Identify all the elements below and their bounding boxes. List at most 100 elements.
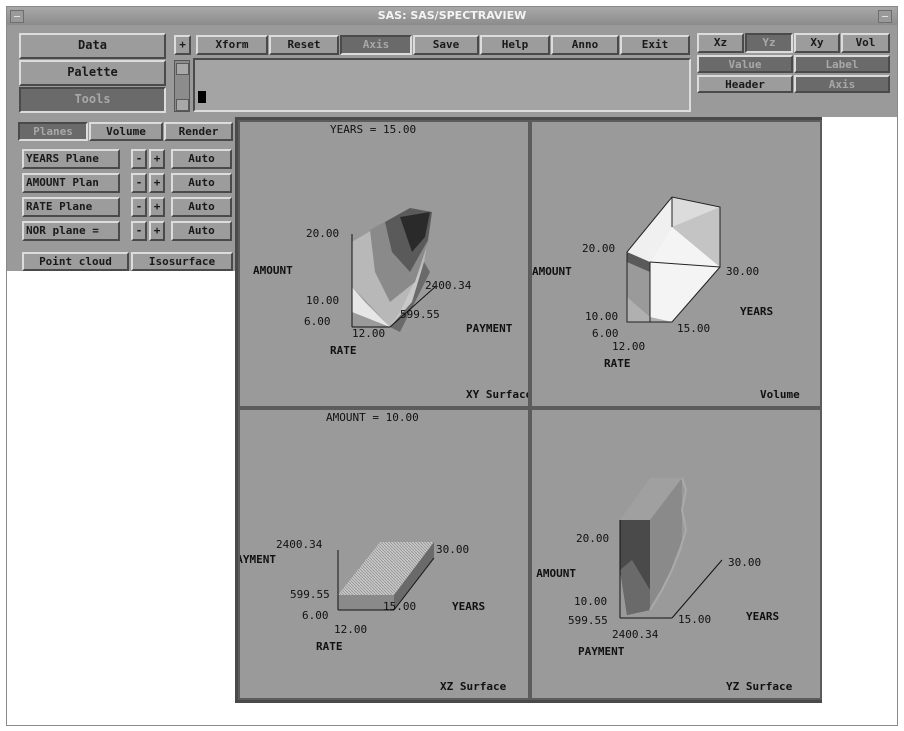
rate-minus-button[interactable]: - xyxy=(131,197,147,217)
vol-label-10: 10.00 xyxy=(585,310,619,323)
rate-plus-button[interactable]: + xyxy=(149,197,165,217)
xy-footer: XY Surface xyxy=(466,388,530,401)
vol-label-30: 30.00 xyxy=(726,265,760,278)
xz-label-years: YEARS xyxy=(452,600,486,613)
xz-label-rate: RATE xyxy=(316,640,343,653)
nor-plane-button[interactable]: NOR plane = xyxy=(22,221,120,241)
header-button[interactable]: Header xyxy=(697,75,793,93)
window-menu-button[interactable] xyxy=(10,10,24,23)
xz-surface-plot xyxy=(337,542,435,611)
scroll-up-arrow-icon[interactable] xyxy=(176,63,189,75)
view-xy-button[interactable]: Xy xyxy=(794,33,840,53)
yz-label-15: 15.00 xyxy=(678,613,712,626)
xy-label-rate: RATE xyxy=(330,344,357,357)
xy-surface-view[interactable]: YEARS = 15.00 20.00 AMOUNT 2400.34 10.00… xyxy=(238,120,530,408)
axis-button[interactable]: Axis xyxy=(340,35,412,55)
xz-label-12: 12.00 xyxy=(334,623,368,636)
xy-label-amount: AMOUNT xyxy=(253,264,293,277)
yz-years-axis xyxy=(671,559,723,619)
rate-plane-button[interactable]: RATE Plane xyxy=(22,197,120,217)
xz-footer: XZ Surface xyxy=(440,680,507,693)
anno-button[interactable]: Anno xyxy=(551,35,619,55)
years-plane-button[interactable]: YEARS Plane xyxy=(22,149,120,169)
help-button[interactable]: Help xyxy=(480,35,550,55)
rate-auto-button[interactable]: Auto xyxy=(171,197,232,217)
xz-label-payment-clip: PAYMENT xyxy=(240,553,276,569)
vol-label-6: 6.00 xyxy=(592,327,619,340)
xy-label-10: 10.00 xyxy=(306,294,340,307)
xy-label-20: 20.00 xyxy=(306,227,340,240)
yz-label-years: YEARS xyxy=(746,610,780,623)
tab-planes[interactable]: Planes xyxy=(18,122,88,141)
command-scrollbar[interactable] xyxy=(174,60,190,112)
years-plus-button[interactable]: + xyxy=(149,149,165,169)
palette-button[interactable]: Palette xyxy=(19,60,166,86)
text-cursor xyxy=(198,91,206,103)
volume-plot xyxy=(626,196,721,323)
vol-label-12: 12.00 xyxy=(612,340,646,353)
expand-plus-button[interactable]: + xyxy=(174,35,191,55)
window-titlebar[interactable]: SAS: SAS/SPECTRAVIEW xyxy=(7,7,897,25)
command-input[interactable] xyxy=(193,58,691,112)
vol-label-years: YEARS xyxy=(740,305,774,318)
yz-label-20: 20.00 xyxy=(576,532,610,545)
reset-button[interactable]: Reset xyxy=(269,35,339,55)
nor-plus-button[interactable]: + xyxy=(149,221,165,241)
view-vol-button[interactable]: Vol xyxy=(841,33,890,53)
tab-render[interactable]: Render xyxy=(164,122,233,141)
years-auto-button[interactable]: Auto xyxy=(171,149,232,169)
xy-header: YEARS = 15.00 xyxy=(330,123,417,136)
yz-surface-view[interactable]: 20.00 30.00 AMOUNT 10.00 599.55 15.00 YE… xyxy=(530,408,822,700)
xy-label-12: 12.00 xyxy=(352,327,386,340)
yz-surface-plot xyxy=(619,477,723,619)
save-button[interactable]: Save xyxy=(413,35,479,55)
window-title: SAS: SAS/SPECTRAVIEW xyxy=(377,9,527,22)
xform-button[interactable]: Xform xyxy=(196,35,268,55)
exit-button[interactable]: Exit xyxy=(620,35,690,55)
vol-label-20: 20.00 xyxy=(582,242,616,255)
xz-label-6: 6.00 xyxy=(302,609,329,622)
amount-plus-button[interactable]: + xyxy=(149,173,165,193)
amount-plane-button[interactable]: AMOUNT Plan xyxy=(22,173,120,193)
xz-label-599: 599.55 xyxy=(290,588,330,601)
xy-label-599: 599.55 xyxy=(400,308,440,321)
yz-footer: YZ Surface xyxy=(726,680,793,693)
vol-label-15: 15.00 xyxy=(677,322,711,335)
yz-label-599: 599.55 xyxy=(568,614,608,627)
yz-label-2400: 2400.34 xyxy=(612,628,659,641)
xz-label-15: 15.00 xyxy=(383,600,417,613)
yz-label-amount: AMOUNT xyxy=(536,567,576,580)
volume-view[interactable]: 20.00 AMOUNT 30.00 YEARS 10.00 6.00 15.0… xyxy=(530,120,822,408)
xy-label-payment: PAYMENT xyxy=(466,322,513,335)
amount-auto-button[interactable]: Auto xyxy=(171,173,232,193)
point-cloud-button[interactable]: Point cloud xyxy=(22,252,129,271)
nor-minus-button[interactable]: - xyxy=(131,221,147,241)
xz-surface-view[interactable]: AMOUNT = 10.00 2400.34 30.00 PAYMENT 599… xyxy=(238,408,530,700)
label-button[interactable]: Label xyxy=(794,55,890,73)
scroll-down-arrow-icon[interactable] xyxy=(176,99,189,111)
yz-label-30: 30.00 xyxy=(728,556,762,569)
yz-label-payment: PAYMENT xyxy=(578,645,625,658)
view-xz-button[interactable]: Xz xyxy=(697,33,744,53)
vol-footer: Volume xyxy=(760,388,800,401)
isosurface-button[interactable]: Isosurface xyxy=(131,252,233,271)
data-button[interactable]: Data xyxy=(19,33,166,59)
yz-label-amount-clip: AMOUNT xyxy=(532,567,576,583)
tools-button[interactable]: Tools xyxy=(19,87,166,113)
xz-label-payment: PAYMENT xyxy=(240,553,276,566)
vol-label-rate: RATE xyxy=(604,357,631,370)
view-yz-button[interactable]: Yz xyxy=(745,33,793,53)
tab-volume[interactable]: Volume xyxy=(89,122,163,141)
xz-label-2400: 2400.34 xyxy=(276,538,323,551)
vol-label-amount: AMOUNT xyxy=(532,265,572,278)
value-button[interactable]: Value xyxy=(697,55,793,73)
xy-label-2400: 2400.34 xyxy=(425,279,472,292)
years-minus-button[interactable]: - xyxy=(131,149,147,169)
window-maximize-button[interactable] xyxy=(878,10,892,23)
xy-label-6: 6.00 xyxy=(304,315,331,328)
xz-label-30: 30.00 xyxy=(436,543,470,556)
xz-header: AMOUNT = 10.00 xyxy=(326,411,419,424)
axis-label-button[interactable]: Axis xyxy=(794,75,890,93)
amount-minus-button[interactable]: - xyxy=(131,173,147,193)
nor-auto-button[interactable]: Auto xyxy=(171,221,232,241)
